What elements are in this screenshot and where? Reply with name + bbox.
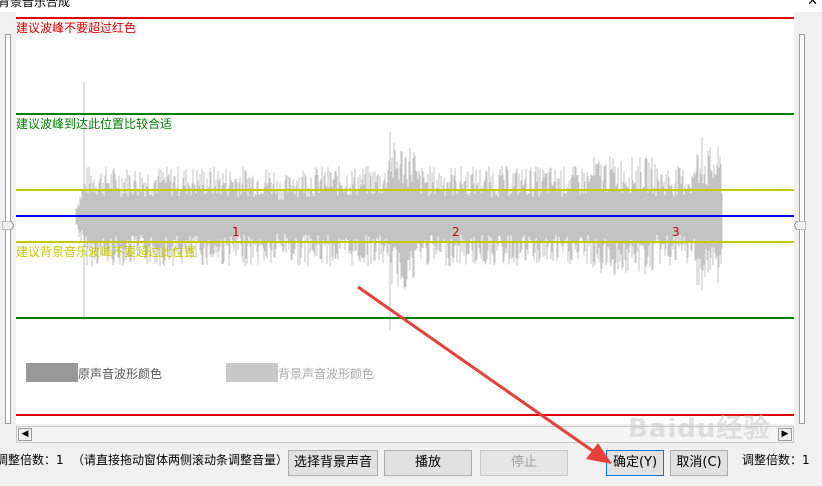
left-volume-panel <box>0 12 16 424</box>
title-bar: 背景音乐合成 ✕ <box>0 0 822 12</box>
segment-marker-3: 3 <box>672 225 680 239</box>
right-volume-slider-thumb[interactable] <box>794 221 806 230</box>
scroll-right-arrow-icon[interactable]: ▶ <box>778 428 792 441</box>
segment-marker-2: 2 <box>452 225 460 239</box>
right-multiplier-text: 调整倍数：1 <box>742 453 810 467</box>
original-color-swatch <box>26 363 78 382</box>
cancel-button[interactable]: 取消(C) <box>670 450 728 476</box>
ok-button[interactable]: 确定(Y) <box>606 450 664 476</box>
yellow-background-limit-label: 建议背景音乐波峰不要超过此位置 <box>16 245 197 259</box>
baidu-watermark-logo: Baidu经验 <box>628 414 771 444</box>
volume-hint-text: （请直接拖动窗体两侧滚动条调整音量） <box>72 453 289 467</box>
waveform-canvas: 建议波峰不要超过红色 建议波峰到达此位置比较合适 建议背景音乐波峰不要超过此位置… <box>16 12 794 424</box>
left-volume-slider-thumb[interactable] <box>2 221 14 230</box>
close-icon[interactable]: ✕ <box>807 0 818 9</box>
play-button[interactable]: 播放 <box>384 450 472 476</box>
background-waveform <box>75 82 723 330</box>
green-target-label: 建议波峰到达此位置比较合适 <box>16 117 173 131</box>
stop-button[interactable]: 停止 <box>480 450 568 476</box>
original-color-legend: 原声音波形颜色 <box>78 367 163 381</box>
select-background-button[interactable]: 选择背景声音 <box>288 450 378 476</box>
right-volume-panel <box>794 12 822 424</box>
red-limit-label: 建议波峰不要超过红色 <box>16 21 137 35</box>
waveform-graph <box>16 17 794 416</box>
scroll-left-arrow-icon[interactable]: ◀ <box>18 428 32 441</box>
window-title: 背景音乐合成 <box>0 0 71 9</box>
left-multiplier-text: 调整倍数：1 <box>0 453 64 467</box>
background-color-legend: 背景声音波形颜色 <box>278 367 375 381</box>
segment-marker-1: 1 <box>232 225 240 239</box>
background-color-swatch <box>226 363 278 382</box>
